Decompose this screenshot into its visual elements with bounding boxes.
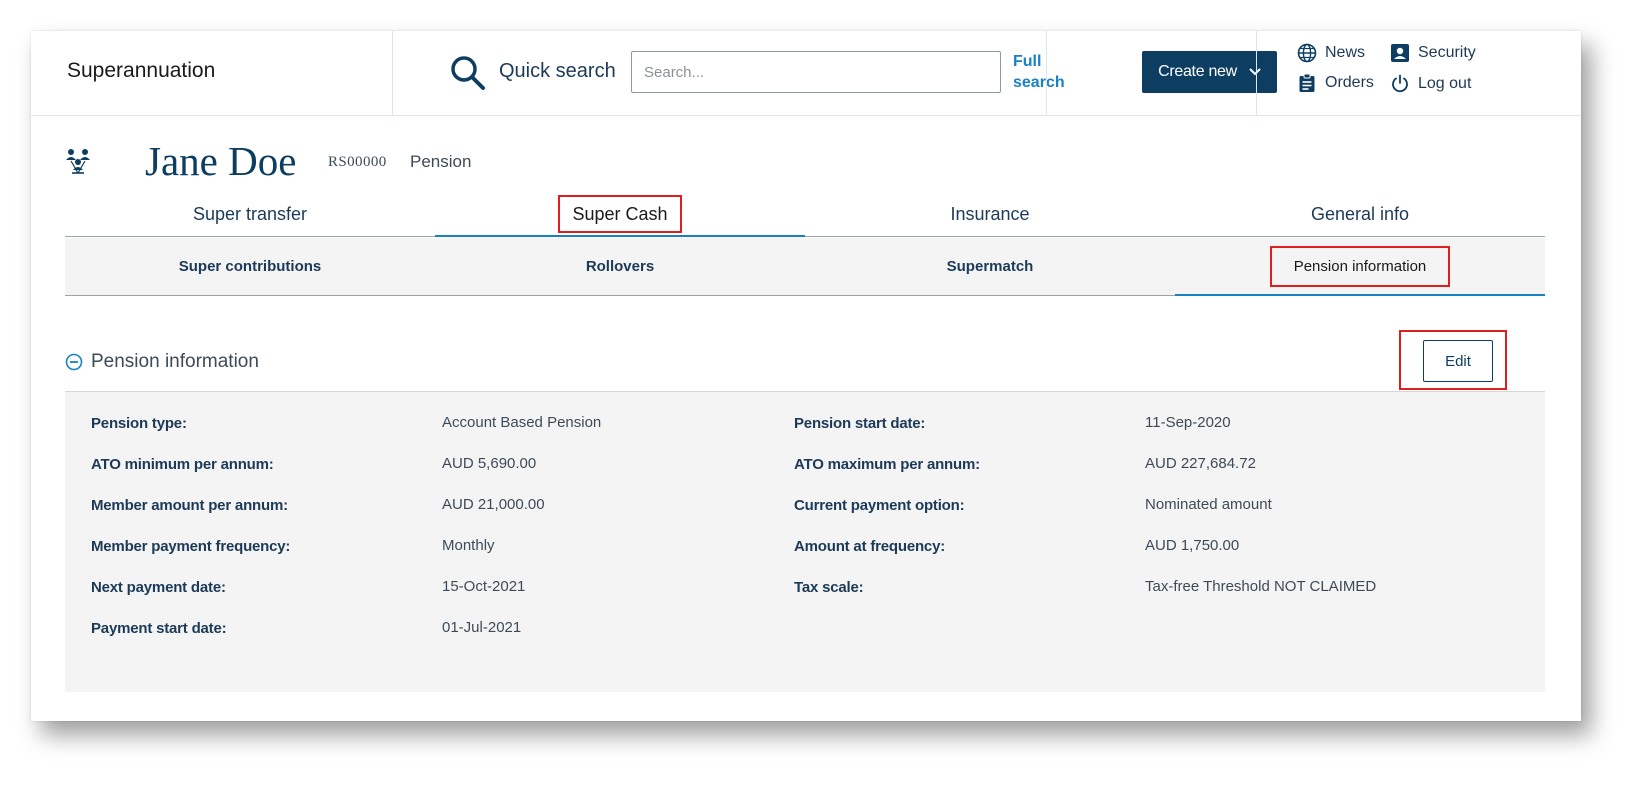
- logout-link[interactable]: Log out: [1390, 74, 1471, 94]
- security-label: Security: [1418, 44, 1476, 61]
- field-value-payment-start-date: 01-Jul-2021: [442, 619, 522, 636]
- field-value-next-payment-date: 15-Oct-2021: [442, 578, 526, 595]
- member-id: RS00000: [328, 154, 387, 170]
- subtab-pension-information[interactable]: Pension information: [1175, 238, 1545, 296]
- field-value-ato-minimum: AUD 5,690.00: [442, 455, 537, 472]
- user-badge-icon: [1391, 44, 1409, 62]
- field-value-amount-at-frequency: AUD 1,750.00: [1145, 537, 1240, 554]
- header-divider: [392, 31, 393, 116]
- power-icon: [1392, 74, 1408, 93]
- field-label-payment-start-date: Payment start date:: [91, 620, 227, 637]
- app-title: Superannuation: [67, 59, 216, 82]
- news-link[interactable]: News: [1297, 43, 1365, 63]
- field-label-payment-option: Current payment option:: [794, 497, 965, 514]
- app-window: Superannuation Quick search Full search …: [31, 31, 1581, 721]
- tab-label: Super Cash: [558, 195, 682, 233]
- member-group-icon: [66, 149, 90, 174]
- clipboard-icon: [1299, 73, 1315, 92]
- tab-label: Super transfer: [192, 204, 308, 224]
- subtab-label: Supermatch: [946, 258, 1034, 275]
- search-icon[interactable]: [448, 53, 488, 93]
- orders-label: Orders: [1325, 74, 1374, 91]
- tab-super-cash[interactable]: Super Cash: [435, 191, 805, 237]
- field-label-amount-at-frequency: Amount at frequency:: [794, 538, 946, 555]
- globe-icon: [1297, 43, 1317, 63]
- header-divider: [1256, 31, 1257, 116]
- subtab-rollovers[interactable]: Rollovers: [435, 238, 805, 295]
- section-collapse-toggle[interactable]: Pension information: [65, 351, 259, 373]
- sub-tabs: Super contributions Rollovers Supermatch…: [65, 238, 1545, 296]
- subtab-label: Super contributions: [178, 258, 322, 275]
- chevron-down-icon: [1249, 68, 1261, 76]
- field-label-next-payment-date: Next payment date:: [91, 579, 226, 596]
- tab-label: Insurance: [950, 204, 1030, 224]
- field-value-tax-scale: Tax-free Threshold NOT CLAIMED: [1145, 578, 1377, 595]
- subtab-label: Pension information: [1269, 246, 1451, 287]
- subtab-label: Rollovers: [585, 258, 655, 275]
- pension-details-panel: Pension type: Account Based Pension Pens…: [65, 392, 1545, 692]
- field-value-payment-frequency: Monthly: [442, 537, 495, 554]
- edit-button[interactable]: Edit: [1423, 340, 1493, 382]
- main-tabs: Super transfer Super Cash Insurance Gene…: [65, 191, 1545, 237]
- tab-insurance[interactable]: Insurance: [805, 191, 1175, 236]
- field-value-member-amount: AUD 21,000.00: [442, 496, 545, 513]
- security-link[interactable]: Security: [1390, 43, 1476, 63]
- field-value-pension-start-date: 11-Sep-2020: [1145, 414, 1231, 431]
- search-input[interactable]: [631, 51, 1001, 93]
- tab-label: General info: [1310, 204, 1410, 224]
- field-label-ato-minimum: ATO minimum per annum:: [91, 456, 274, 473]
- logout-label: Log out: [1418, 75, 1472, 92]
- tab-general-info[interactable]: General info: [1175, 191, 1545, 236]
- field-label-tax-scale: Tax scale:: [794, 579, 864, 596]
- member-product: Pension: [410, 152, 472, 171]
- full-search-link[interactable]: Full search: [1013, 51, 1073, 93]
- field-value-payment-option: Nominated amount: [1145, 496, 1272, 513]
- collapse-minus-icon: [65, 353, 83, 371]
- field-label-member-amount: Member amount per annum:: [91, 497, 288, 514]
- field-value-pension-type: Account Based Pension: [442, 414, 602, 431]
- field-label-pension-start-date: Pension start date:: [794, 415, 926, 432]
- tab-super-transfer[interactable]: Super transfer: [65, 191, 435, 236]
- subtab-supermatch[interactable]: Supermatch: [805, 238, 1175, 295]
- top-header: Superannuation Quick search Full search …: [31, 31, 1581, 116]
- field-label-pension-type: Pension type:: [91, 415, 187, 432]
- member-name: Jane Doe: [145, 138, 297, 184]
- field-label-payment-frequency: Member payment frequency:: [91, 538, 291, 555]
- field-label-ato-maximum: ATO maximum per annum:: [794, 456, 980, 473]
- orders-link[interactable]: Orders: [1297, 73, 1374, 93]
- header-divider: [1046, 31, 1047, 116]
- news-label: News: [1325, 44, 1366, 61]
- quick-search-label: Quick search: [499, 60, 616, 82]
- subtab-super-contributions[interactable]: Super contributions: [65, 238, 435, 295]
- section-title: Pension information: [91, 351, 259, 372]
- field-value-ato-maximum: AUD 227,684.72: [1145, 455, 1256, 472]
- create-new-label: Create new: [1158, 63, 1237, 80]
